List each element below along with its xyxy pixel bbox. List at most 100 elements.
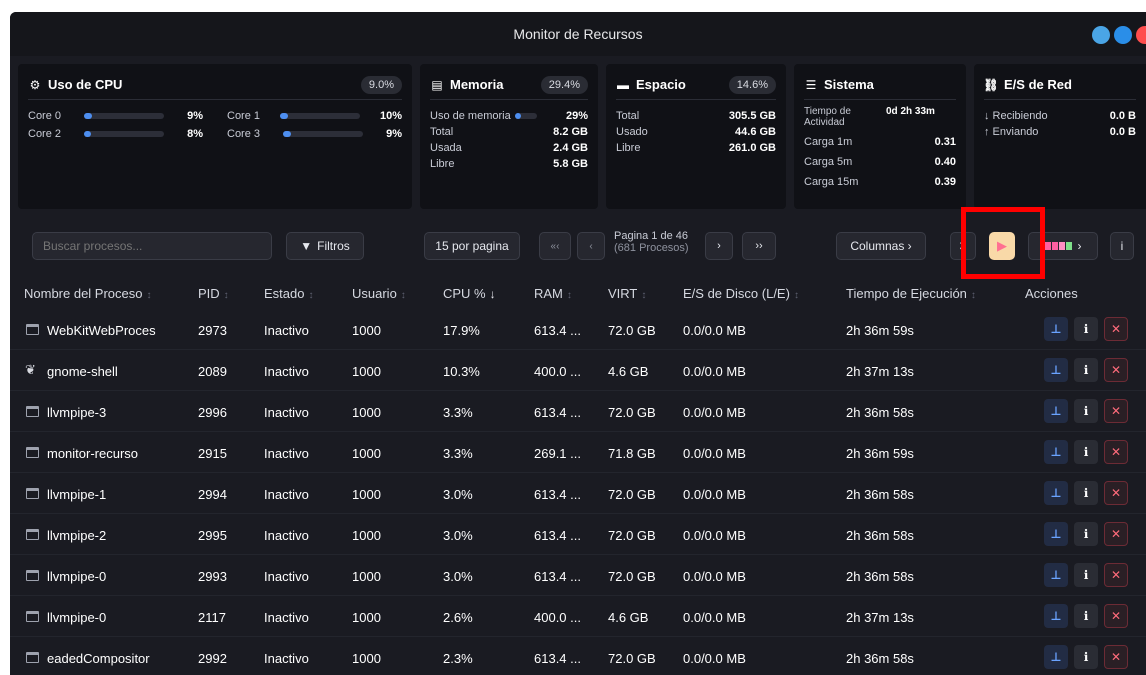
filters-button[interactable]: ▼ Filtros [286,232,364,260]
cell-cpu: 2.6% [443,610,473,625]
minimize-button[interactable] [1092,26,1110,44]
info-button[interactable]: ℹ [1074,317,1098,341]
info-button[interactable]: ℹ [1074,604,1098,628]
pin-button[interactable]: ⊥ [1044,399,1068,423]
table-row[interactable]: ❦ gnome-shell 2089 Inactivo 1000 10.3% 400.0 .… [10,350,1146,391]
kill-button[interactable]: ✕ [1104,604,1128,628]
next-page-icon: › [717,240,721,252]
info-button[interactable]: ℹ [1074,563,1098,587]
row-actions: ⊥ ℹ ✕ [1044,399,1128,423]
table-row[interactable]: llvmpipe-2 2995 Inactivo 1000 3.0% 613.4 ... 7… [10,514,1146,555]
cell-time: 2h 36m 58s [846,405,914,420]
per-page-select[interactable]: 15 por pagina [424,232,520,260]
column-header[interactable]: Tiempo de Ejecución ↕ [846,286,976,301]
filters-label: Filtros [317,239,350,253]
memory-label: Total [430,126,454,138]
kill-button[interactable]: ✕ [1104,481,1128,505]
kill-button[interactable]: ✕ [1104,399,1128,423]
cell-pid: 2993 [198,569,227,584]
pin-button[interactable]: ⊥ [1044,481,1068,505]
kill-button[interactable]: ✕ [1104,317,1128,341]
table-row[interactable]: eadedCompositor 2992 Inactivo 1000 2.3% 613.4… [10,637,1146,675]
cell-ram: 613.4 ... [534,487,581,502]
info-button[interactable]: ℹ [1074,399,1098,423]
pin-button[interactable]: ⊥ [1044,604,1068,628]
load-label: Carga 15m [804,176,859,188]
table-row[interactable]: llvmpipe-1 2994 Inactivo 1000 3.0% 613.4 ... 7… [10,473,1146,514]
row-actions: ⊥ ℹ ✕ [1044,358,1128,382]
memory-icon: ▤ [431,77,443,92]
uptime-value: 0d 2h 33m [886,106,935,117]
memory-badge: 29.4% [540,75,588,94]
pin-button[interactable]: ⊥ [1044,440,1068,464]
info-button[interactable]: ℹ [1074,522,1098,546]
pin-button[interactable]: ⊥ [1044,522,1068,546]
first-page-button[interactable]: «‹ [539,232,571,260]
maximize-button[interactable] [1114,26,1132,44]
table-row[interactable]: monitor-recurso 2915 Inactivo 1000 3.3% 269.1… [10,432,1146,473]
cell-user: 1000 [352,405,381,420]
row-actions: ⊥ ℹ ✕ [1044,645,1128,669]
color-swatch-icon [1044,242,1072,250]
table-row[interactable]: llvmpipe-0 2117 Inactivo 1000 2.6% 400.0 ... 4… [10,596,1146,637]
kill-button[interactable]: ✕ [1104,645,1128,669]
cell-io: 0.0/0.0 MB [683,610,746,625]
table-row[interactable]: llvmpipe-0 2993 Inactivo 1000 3.0% 613.4 ... 7… [10,555,1146,596]
close-button[interactable] [1136,26,1146,44]
kill-button[interactable]: ✕ [1104,440,1128,464]
columns-button[interactable]: Columnas › [836,232,926,260]
core-bar [283,131,364,137]
cell-state: Inactivo [264,323,309,338]
kill-button[interactable]: ✕ [1104,563,1128,587]
cell-cpu: 3.0% [443,569,473,584]
kill-button[interactable]: ✕ [1104,358,1128,382]
cell-cpu: 3.0% [443,528,473,543]
cell-pid: 2996 [198,405,227,420]
load-value: 0.39 [934,176,956,188]
table-row[interactable]: WebKitWebProces 2973 Inactivo 1000 17.9% 613.… [10,309,1146,350]
column-header[interactable]: RAM ↕ [534,286,572,301]
column-header[interactable]: PID ↕ [198,286,229,301]
cpu-title: Uso de CPU [48,77,123,92]
row-actions: ⊥ ℹ ✕ [1044,481,1128,505]
info-button[interactable]: ℹ [1074,358,1098,382]
row-actions: ⊥ ℹ ✕ [1044,522,1128,546]
cell-cpu: 2.3% [443,651,473,666]
pin-button[interactable]: ⊥ [1044,645,1068,669]
info-button[interactable]: i [1110,232,1134,260]
column-header[interactable]: Estado ↕ [264,286,313,301]
core-label: Core 1 [227,110,261,122]
cell-virt: 72.0 GB [608,569,656,584]
load-value: 0.40 [934,156,956,168]
kill-button[interactable]: ✕ [1104,522,1128,546]
network-card: ⛓ E/S de Red ↓ Recibiendo 0.0 B ↑ Enviando… [974,64,1146,209]
table-row[interactable]: llvmpipe-3 2996 Inactivo 1000 3.3% 613.4 ... 7… [10,391,1146,432]
info-button[interactable]: ℹ [1074,645,1098,669]
cell-user: 1000 [352,651,381,666]
search-input[interactable] [32,232,272,260]
cell-io: 0.0/0.0 MB [683,405,746,420]
cell-state: Inactivo [264,569,309,584]
column-header[interactable]: Usuario ↕ [352,286,406,301]
cell-ram: 269.1 ... [534,446,581,461]
column-header[interactable]: VIRT ↕ [608,286,646,301]
cell-state: Inactivo [264,487,309,502]
column-header[interactable]: E/S de Disco (L/E) ↕ [683,286,799,301]
cell-io: 0.0/0.0 MB [683,569,746,584]
pin-button[interactable]: ⊥ [1044,563,1068,587]
pin-button[interactable]: ⊥ [1044,317,1068,341]
last-page-button[interactable]: ›› [742,232,776,260]
window-icon [26,406,39,417]
memory-title: Memoria [450,77,504,92]
next-page-button[interactable]: › [705,232,733,260]
cell-virt: 4.6 GB [608,364,649,379]
column-header[interactable]: CPU % ↓ [443,286,496,301]
memory-label: Libre [430,158,455,170]
info-button[interactable]: ℹ [1074,440,1098,464]
cell-virt: 72.0 GB [608,528,656,543]
prev-page-button[interactable]: ‹ [577,232,605,260]
column-header[interactable]: Nombre del Proceso ↕ [24,286,152,301]
pin-button[interactable]: ⊥ [1044,358,1068,382]
info-button[interactable]: ℹ [1074,481,1098,505]
cell-virt: 72.0 GB [608,487,656,502]
